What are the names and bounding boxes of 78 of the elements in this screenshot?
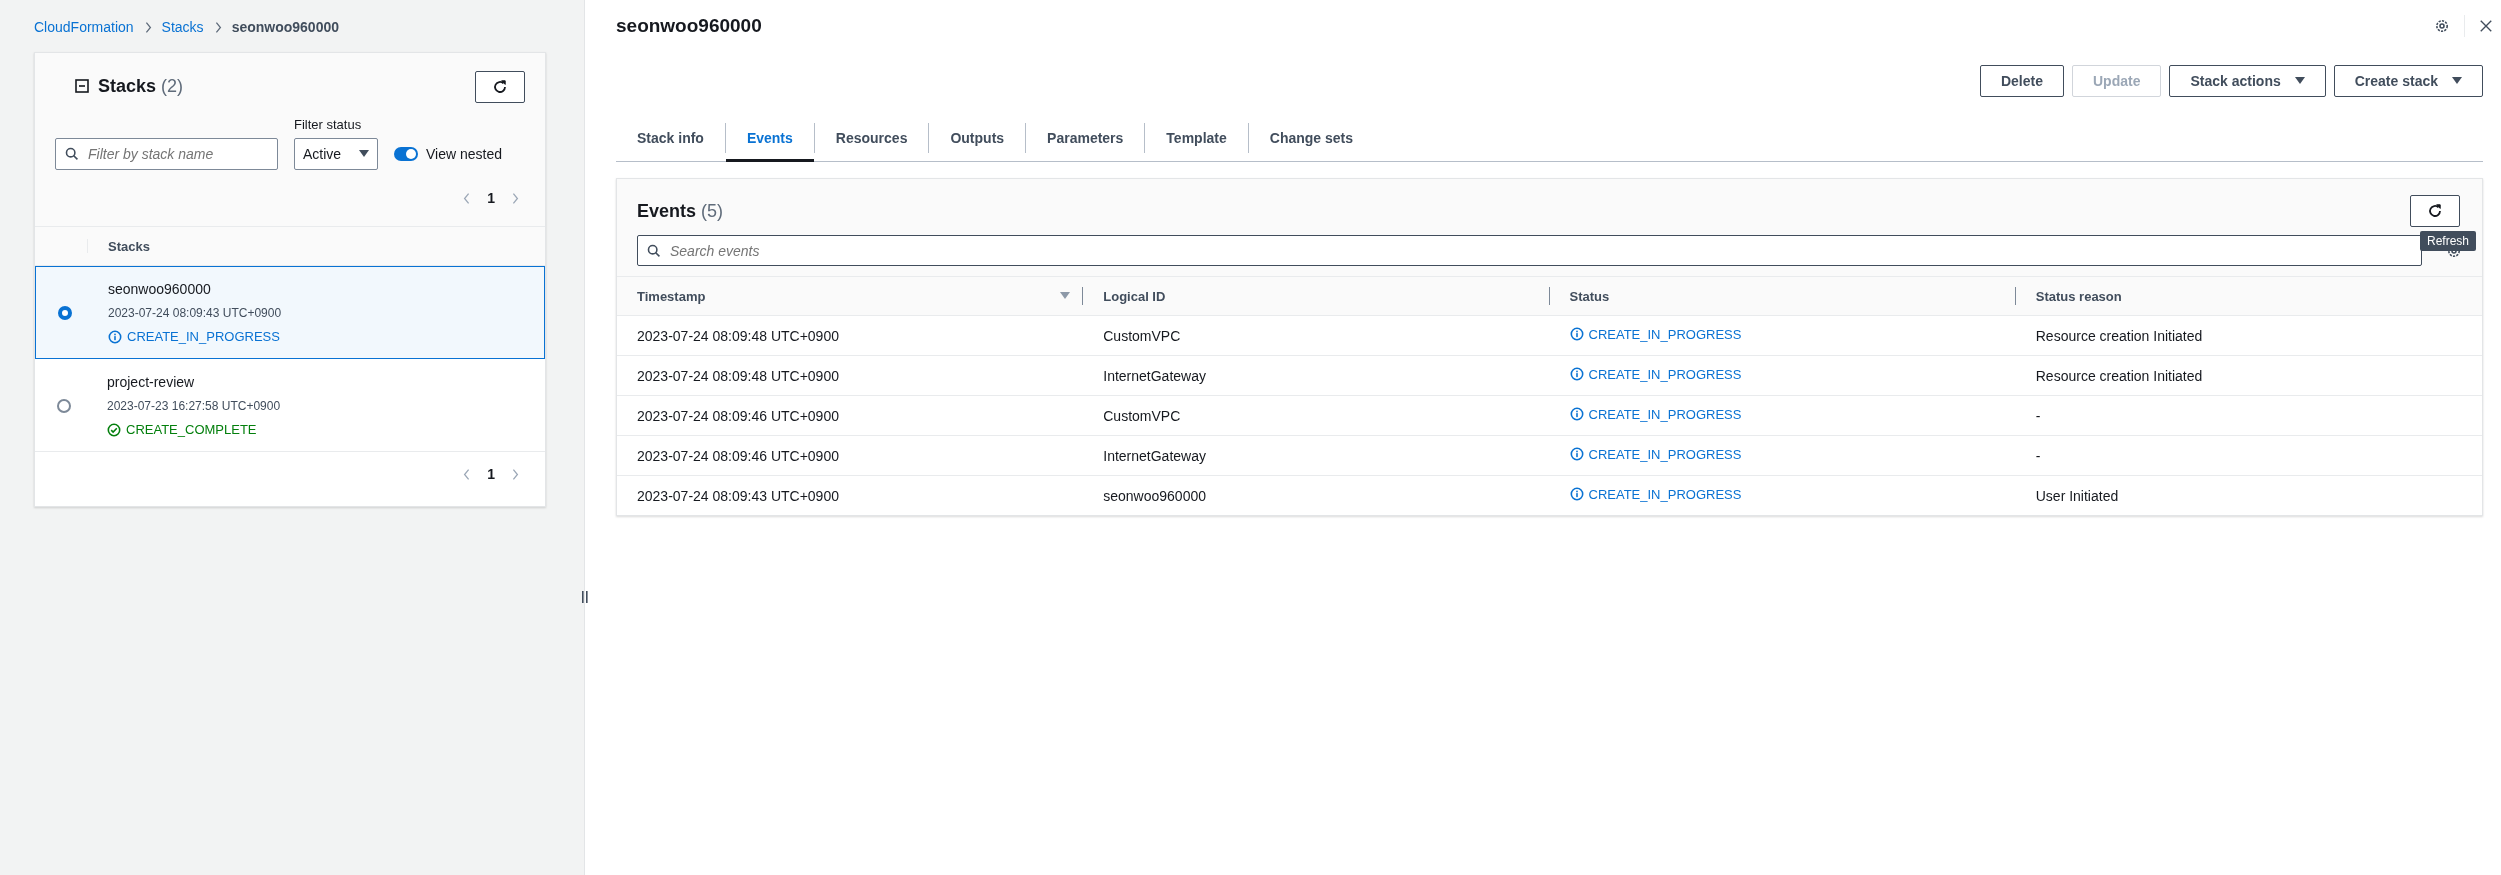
settings-icon[interactable] xyxy=(2434,18,2450,34)
status-text: CREATE_IN_PROGRESS xyxy=(1588,486,1742,502)
search-icon xyxy=(647,244,661,258)
caret-icon xyxy=(359,150,369,158)
table-cell: User Initiated xyxy=(2015,475,2482,515)
action-button[interactable]: Create stack xyxy=(2333,65,2483,97)
table-cell: 2023-07-24 08:09:46 UTC+0900 xyxy=(617,395,1084,436)
column-header[interactable]: Status reason xyxy=(2015,276,2482,316)
table-cell: Resource creation Initiated xyxy=(2015,355,2482,396)
radio-button[interactable] xyxy=(58,305,72,320)
table-cell: - xyxy=(2015,395,2482,436)
column-header: Stacks xyxy=(108,238,150,254)
sort-icon[interactable] xyxy=(1060,292,1071,300)
refresh-icon xyxy=(2427,203,2443,219)
search-icon xyxy=(65,147,79,161)
stack-name: seonwoo960000 xyxy=(108,281,212,297)
table-cell: seonwoo960000 xyxy=(1083,475,1550,515)
resize-handle-icon[interactable] xyxy=(581,590,589,604)
action-button[interactable]: Delete xyxy=(1979,65,2064,97)
stack-row[interactable]: project-review 2023-07-23 16:27:58 UTC+0900 CREATE_COMPLETE xyxy=(35,359,545,452)
action-button[interactable]: Stack actions xyxy=(2169,65,2326,97)
table-cell: InternetGateway xyxy=(1083,355,1550,396)
status-text: CREATE_IN_PROGRESS xyxy=(1588,366,1742,382)
stack-time: 2023-07-24 08:09:43 UTC+0900 xyxy=(108,306,282,320)
stack-time: 2023-07-23 16:27:58 UTC+0900 xyxy=(107,399,281,413)
status-text: CREATE_IN_PROGRESS xyxy=(1588,406,1742,422)
chevron-right-icon xyxy=(143,20,152,34)
breadcrumb-link[interactable]: Stacks xyxy=(161,19,204,35)
chevron-right-icon xyxy=(213,20,222,34)
status-text: CREATE_COMPLETE xyxy=(126,422,257,437)
page-number[interactable]: 1 xyxy=(487,190,495,206)
breadcrumb-link[interactable]: CloudFormation xyxy=(34,19,134,35)
refresh-icon xyxy=(492,79,508,95)
tab[interactable]: Template xyxy=(1145,116,1248,162)
table-cell: - xyxy=(2015,435,2482,476)
refresh-button[interactable] xyxy=(2410,195,2460,227)
close-icon[interactable] xyxy=(2479,19,2493,33)
refresh-button[interactable] xyxy=(475,71,525,103)
status-select[interactable]: Active xyxy=(294,138,378,170)
event-count: (5) xyxy=(701,200,724,222)
collapse-icon[interactable] xyxy=(75,79,89,93)
table-cell: 2023-07-24 08:09:43 UTC+0900 xyxy=(617,475,1084,515)
tab[interactable]: Events xyxy=(725,116,814,162)
page-title: seonwoo960000 xyxy=(616,15,762,37)
tab[interactable]: Outputs xyxy=(929,116,1026,162)
page-number[interactable]: 1 xyxy=(487,466,495,482)
caret-icon xyxy=(2294,77,2305,85)
tab[interactable]: Parameters xyxy=(1026,116,1145,162)
table-cell: 2023-07-24 08:09:48 UTC+0900 xyxy=(617,315,1084,356)
table-cell: InternetGateway xyxy=(1083,435,1550,476)
panel-title: Events xyxy=(637,200,697,222)
tooltip: Refresh xyxy=(2419,231,2476,251)
column-header[interactable]: Timestamp xyxy=(617,276,1084,316)
table-cell: CustomVPC xyxy=(1083,395,1550,436)
tab[interactable]: Stack info xyxy=(616,116,725,162)
table-cell: 2023-07-24 08:09:46 UTC+0900 xyxy=(617,435,1084,476)
column-header[interactable]: Status xyxy=(1549,276,2016,316)
table-cell: 2023-07-24 08:09:48 UTC+0900 xyxy=(617,355,1084,396)
tab[interactable]: Resources xyxy=(814,116,929,162)
search-field[interactable]: Search events xyxy=(637,235,2422,266)
toggle-label: View nested xyxy=(426,146,502,162)
column-header[interactable]: Logical ID xyxy=(1083,276,1550,316)
status-text: CREATE_IN_PROGRESS xyxy=(1588,326,1742,342)
breadcrumb-current: seonwoo960000 xyxy=(231,19,339,35)
table-cell: Resource creation Initiated xyxy=(2015,315,2482,356)
stack-row[interactable]: seonwoo960000 2023-07-24 08:09:43 UTC+0900 CREATE_IN_PROGRESS xyxy=(35,266,545,359)
panel-title: Stacks xyxy=(98,75,157,97)
status-text: CREATE_IN_PROGRESS xyxy=(1588,446,1742,462)
filter-field[interactable]: Filter by stack name xyxy=(55,138,278,170)
table-cell: CustomVPC xyxy=(1083,315,1550,356)
status-text: CREATE_IN_PROGRESS xyxy=(127,329,280,344)
filter-status-label: Filter status xyxy=(294,117,363,132)
tab[interactable]: Change sets xyxy=(1248,116,1375,162)
stack-name: project-review xyxy=(107,374,196,390)
radio-button[interactable] xyxy=(57,398,71,413)
caret-icon xyxy=(2452,77,2462,85)
stack-count: (2) xyxy=(161,75,184,97)
toggle-switch[interactable] xyxy=(394,147,418,161)
